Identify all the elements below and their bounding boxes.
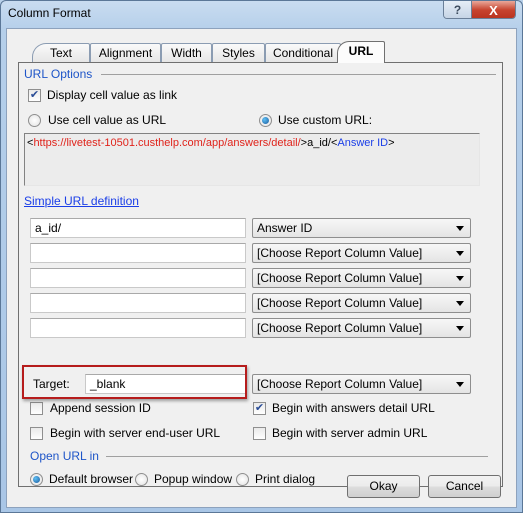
- default-browser-radio[interactable]: [30, 473, 43, 486]
- display-as-link-label: Display cell value as link: [47, 88, 178, 102]
- title-bar-buttons: ? X: [443, 1, 516, 19]
- url-column-token: Answer ID: [337, 137, 389, 149]
- tab-styles[interactable]: Styles: [212, 43, 265, 62]
- dialog-body: Text Alignment Width Styles Conditional …: [6, 28, 517, 508]
- dropdown-arrow-icon: [456, 301, 464, 306]
- default-browser-label: Default browser: [49, 472, 134, 486]
- help-button[interactable]: ?: [444, 1, 472, 18]
- dropdown-arrow-icon: [456, 276, 464, 281]
- target-column-select[interactable]: [Choose Report Column Value]: [252, 374, 471, 394]
- group-divider: [101, 74, 496, 75]
- select-value: [Choose Report Column Value]: [257, 246, 423, 260]
- url-base-token: https://livetest-10501.custhelp.com/app/…: [33, 137, 301, 149]
- tab-conditional[interactable]: Conditional: [265, 43, 341, 62]
- url-part-input-4[interactable]: [30, 293, 246, 313]
- select-value: [Choose Report Column Value]: [257, 377, 423, 391]
- check-icon: ✔: [29, 89, 40, 101]
- dropdown-arrow-icon: [456, 326, 464, 331]
- use-custom-url-radio[interactable]: [259, 114, 272, 127]
- url-part-input-3[interactable]: [30, 268, 246, 288]
- url-token-close: >: [388, 137, 395, 149]
- tab-text[interactable]: Text: [32, 43, 90, 62]
- url-tab-panel: URL Options ✔ Display cell value as link…: [18, 62, 503, 487]
- begin-answers-detail-checkbox[interactable]: ✔: [253, 402, 266, 415]
- url-literal: a_id/: [307, 137, 331, 149]
- use-cell-value-label: Use cell value as URL: [48, 113, 167, 127]
- url-part-input-2[interactable]: [30, 243, 246, 263]
- append-session-id-label: Append session ID: [50, 401, 151, 415]
- window-title: Column Format: [8, 6, 91, 20]
- use-custom-url-label: Use custom URL:: [278, 113, 373, 127]
- begin-answers-detail-label: Begin with answers detail URL: [272, 401, 435, 415]
- url-part-input-1[interactable]: a_id/: [30, 218, 246, 238]
- print-dialog-label: Print dialog: [255, 472, 316, 486]
- open-url-in-heading: Open URL in: [30, 449, 99, 463]
- column-format-dialog: Column Format ? X Text Alignment Width S…: [0, 0, 523, 513]
- use-cell-value-radio[interactable]: [28, 114, 41, 127]
- column-select-2[interactable]: [Choose Report Column Value]: [252, 243, 471, 263]
- check-icon: ✔: [254, 402, 265, 414]
- select-value: [Choose Report Column Value]: [257, 321, 423, 335]
- custom-url-textbox[interactable]: <https://livetest-10501.custhelp.com/app…: [24, 133, 480, 186]
- column-select-5[interactable]: [Choose Report Column Value]: [252, 318, 471, 338]
- dropdown-arrow-icon: [456, 251, 464, 256]
- select-value: Answer ID: [257, 221, 313, 235]
- target-highlight-box: [22, 365, 247, 399]
- url-part-input-5[interactable]: [30, 318, 246, 338]
- tab-alignment[interactable]: Alignment: [90, 43, 161, 62]
- help-icon: ?: [453, 3, 462, 17]
- url-options-heading: URL Options: [24, 67, 93, 81]
- tab-width[interactable]: Width: [161, 43, 212, 62]
- display-as-link-checkbox[interactable]: ✔: [28, 89, 41, 102]
- popup-window-label: Popup window: [154, 472, 233, 486]
- popup-window-radio[interactable]: [135, 473, 148, 486]
- simple-url-definition-link[interactable]: Simple URL definition: [24, 194, 139, 208]
- append-session-id-checkbox[interactable]: [30, 402, 43, 415]
- select-value: [Choose Report Column Value]: [257, 296, 423, 310]
- begin-server-admin-checkbox[interactable]: [253, 427, 266, 440]
- cancel-button[interactable]: Cancel: [428, 475, 501, 498]
- print-dialog-radio[interactable]: [236, 473, 249, 486]
- close-icon: X: [489, 2, 498, 18]
- column-select-1[interactable]: Answer ID: [252, 218, 471, 238]
- dropdown-arrow-icon: [456, 226, 464, 231]
- select-value: [Choose Report Column Value]: [257, 271, 423, 285]
- begin-server-enduser-label: Begin with server end-user URL: [50, 426, 221, 440]
- okay-button[interactable]: Okay: [347, 475, 420, 498]
- group-divider: [106, 456, 488, 457]
- column-select-3[interactable]: [Choose Report Column Value]: [252, 268, 471, 288]
- begin-server-admin-label: Begin with server admin URL: [272, 426, 428, 440]
- dropdown-arrow-icon: [456, 382, 464, 387]
- begin-server-enduser-checkbox[interactable]: [30, 427, 43, 440]
- column-select-4[interactable]: [Choose Report Column Value]: [252, 293, 471, 313]
- tab-url[interactable]: URL: [337, 41, 385, 63]
- close-button[interactable]: X: [472, 1, 515, 18]
